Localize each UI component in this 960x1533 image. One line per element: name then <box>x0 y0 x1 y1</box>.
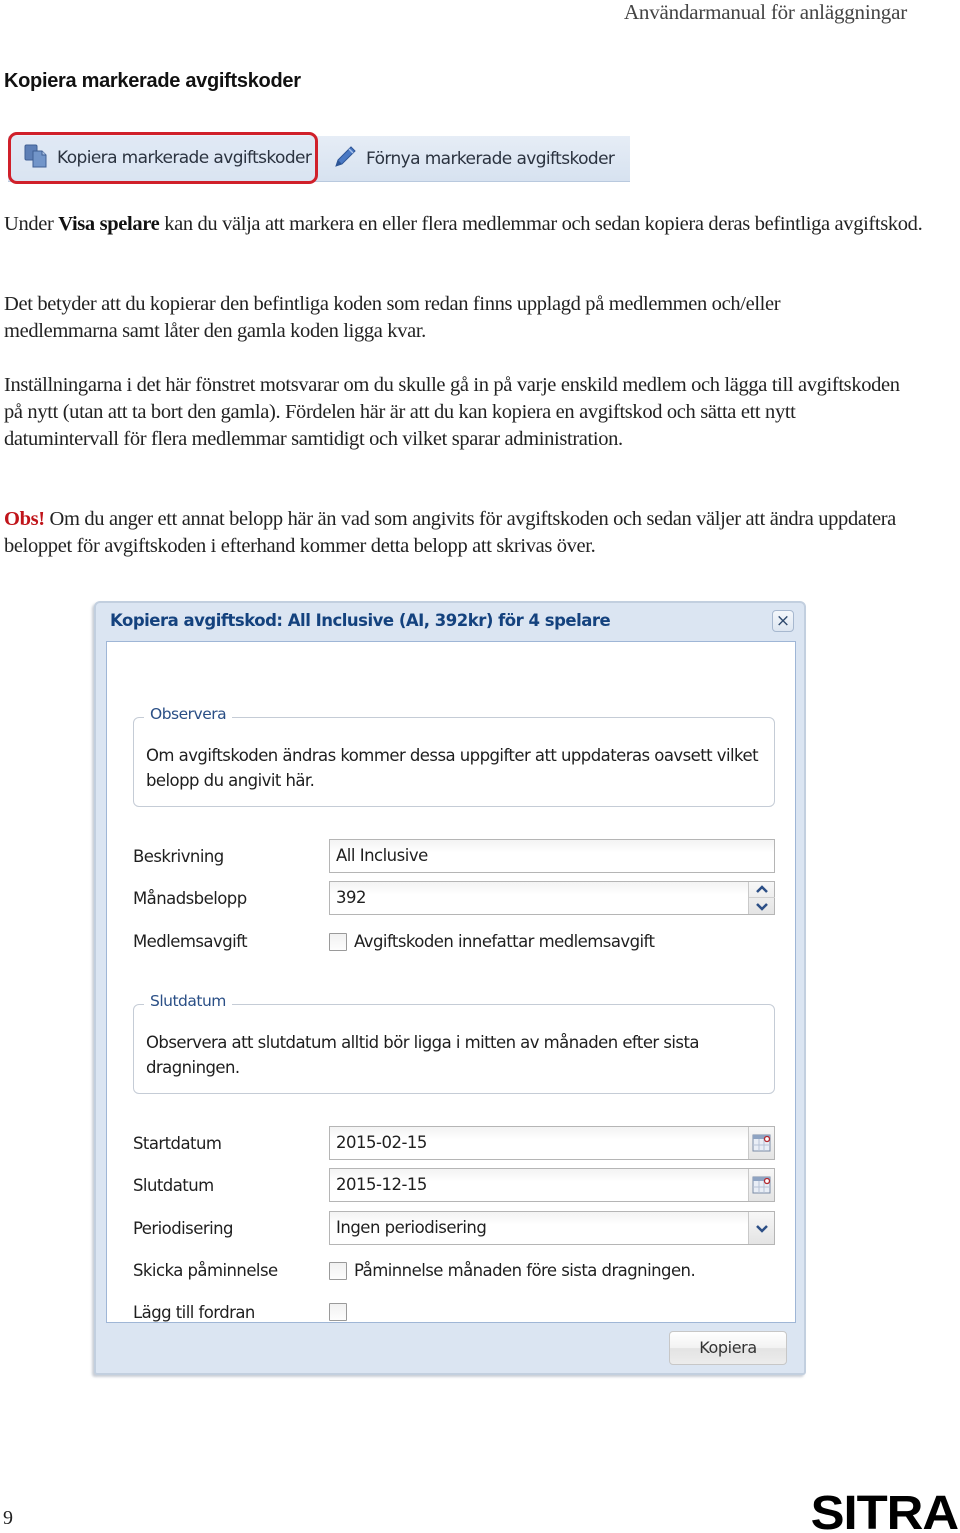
slutdatum-label: Slutdatum <box>133 1176 214 1195</box>
copy-selected-fee-codes-button[interactable]: Kopiera markerade avgiftskoder <box>8 132 318 184</box>
page-number: 9 <box>3 1507 13 1529</box>
paragraph-settings: Inställningarna i det här fönstret motsv… <box>4 374 900 450</box>
slutdatum-fieldset: Slutdatum Observera att slutdatum alltid… <box>133 992 775 1094</box>
beskrivning-input[interactable]: All Inclusive <box>329 839 775 873</box>
medlemsavgift-label: Medlemsavgift <box>133 932 248 951</box>
p1-suffix: kan du välja att markera en eller flera … <box>159 213 923 235</box>
paminnelse-label: Skicka påminnelse <box>133 1261 278 1280</box>
slutdatum-info-text: Observera att slutdatum alltid bör ligga… <box>146 1033 700 1077</box>
running-header: Användarmanual för anläggningar <box>623 0 907 24</box>
periodisering-select[interactable]: Ingen periodisering <box>329 1211 775 1245</box>
chevron-down-icon <box>755 1224 768 1233</box>
paminnelse-checkbox-label: Påminnelse månaden före sista dragningen… <box>354 1261 696 1280</box>
observera-fieldset: Observera Om avgiftskoden ändras kommer … <box>133 705 775 807</box>
fordran-checkbox[interactable] <box>329 1303 347 1321</box>
p1-prefix: Under <box>4 213 59 235</box>
manadsbelopp-value: 392 <box>336 888 367 907</box>
observera-legend: Observera <box>144 705 233 723</box>
manadsbelopp-label: Månadsbelopp <box>133 889 247 908</box>
slutdatum-input[interactable]: 2015-12-15 <box>329 1168 775 1202</box>
dialog-title: Kopiera avgiftskod: All Inclusive (AI, 3… <box>110 611 611 630</box>
close-icon[interactable]: × <box>772 610 794 632</box>
startdatum-input[interactable]: 2015-02-15 <box>329 1126 775 1160</box>
obs-text: Om du anger ett annat belopp här än vad … <box>4 508 896 557</box>
obs-label: Obs! <box>4 508 45 530</box>
fordran-label: Lägg till fordran <box>133 1303 255 1322</box>
copy-fee-code-dialog: Kopiera avgiftskod: All Inclusive (AI, 3… <box>94 601 806 1375</box>
manadsbelopp-input[interactable]: 392 <box>329 881 775 915</box>
slutdatum-value: 2015-12-15 <box>336 1175 427 1194</box>
copy-selected-fee-codes-label: Kopiera markerade avgiftskoder <box>57 148 312 168</box>
medlemsavgift-checkbox-label: Avgiftskoden innefattar medlemsavgift <box>354 932 655 951</box>
beskrivning-label: Beskrivning <box>133 847 224 866</box>
spin-up-icon[interactable] <box>749 882 775 898</box>
toolbar: Kopiera markerade avgiftskoder Förnya ma… <box>8 132 630 184</box>
periodisering-label: Periodisering <box>133 1219 233 1238</box>
startdatum-calendar-button[interactable] <box>748 1127 774 1159</box>
observera-text: Om avgiftskoden ändras kommer dessa uppg… <box>146 746 759 790</box>
periodisering-value: Ingen periodisering <box>336 1218 487 1237</box>
spin-down-icon[interactable] <box>749 898 775 914</box>
dialog-body: Observera Om avgiftskoden ändras kommer … <box>106 641 796 1323</box>
pencil-icon <box>332 144 358 175</box>
amount-spinner[interactable] <box>748 882 775 914</box>
medlemsavgift-checkbox[interactable] <box>329 932 347 951</box>
calendar-icon <box>752 1176 771 1194</box>
periodisering-dropdown-button[interactable] <box>748 1212 774 1244</box>
startdatum-value: 2015-02-15 <box>336 1133 427 1152</box>
startdatum-label: Startdatum <box>133 1134 222 1153</box>
medlemsavgift-option: Avgiftskoden innefattar medlemsavgift <box>329 932 655 951</box>
slutdatum-legend: Slutdatum <box>144 992 232 1010</box>
fordran-option <box>329 1303 347 1321</box>
paminnelse-option: Påminnelse månaden före sista dragningen… <box>329 1261 696 1280</box>
paminnelse-checkbox[interactable] <box>329 1261 347 1280</box>
calendar-icon <box>752 1134 771 1152</box>
renew-selected-fee-codes-button[interactable]: Förnya markerade avgiftskoder <box>330 136 615 182</box>
section-title: Kopiera markerade avgiftskoder <box>4 70 301 92</box>
kopiera-button[interactable]: Kopiera <box>669 1331 787 1365</box>
slutdatum-calendar-button[interactable] <box>748 1169 774 1201</box>
paragraph-explanation: Det betyder att du kopierar den befintli… <box>4 293 781 342</box>
copy-documents-icon <box>23 143 49 174</box>
paragraph-obs: Obs! Om du anger ett annat belopp här än… <box>4 506 924 560</box>
p1-bold-term: Visa spelare <box>58 213 160 235</box>
paragraph-visa-spelare: Under Visa spelare kan du välja att mark… <box>4 211 924 238</box>
sitra-logo: SITRA <box>810 1487 959 1533</box>
renew-selected-fee-codes-label: Förnya markerade avgiftskoder <box>366 149 615 169</box>
